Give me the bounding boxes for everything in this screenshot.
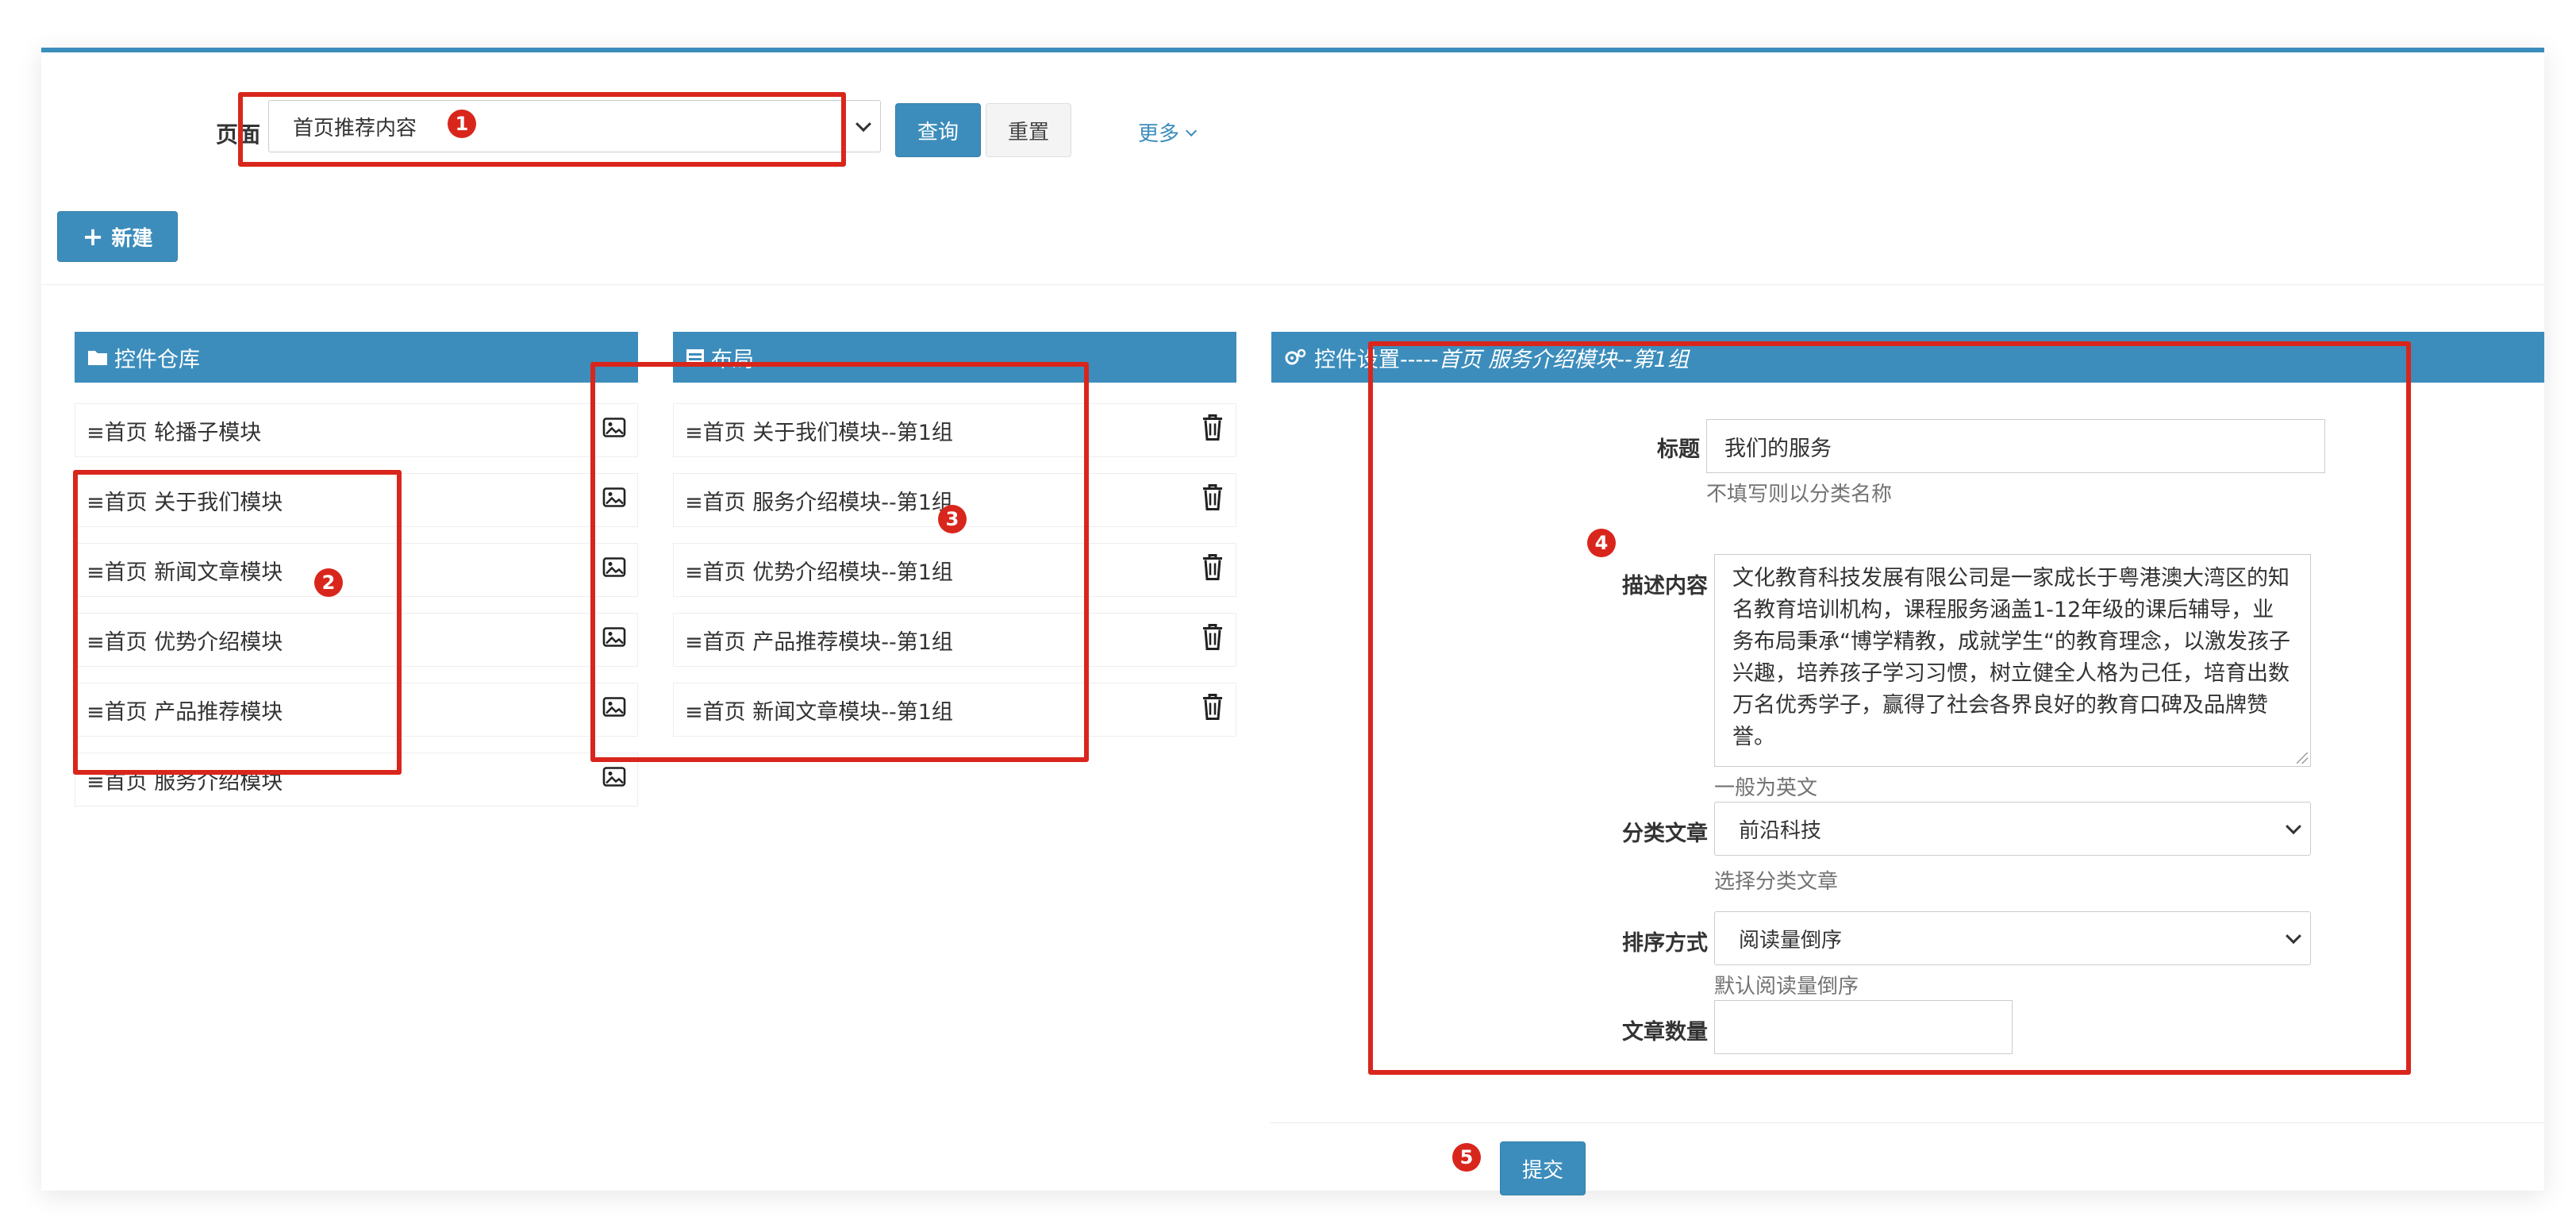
layout-icon [686, 349, 704, 365]
divider [41, 284, 2544, 285]
settings-title-prefix: 控件设置----- [1314, 347, 1439, 372]
chevron-down-icon [2286, 928, 2301, 945]
desc-label: 描述内容 [1622, 574, 1708, 599]
layout-item-label: ≡首页 服务介绍模块--第1组 [685, 490, 953, 515]
settings-panel-header: 控件设置----- 首页 服务介绍模块--第1组 [1271, 332, 2544, 383]
warehouse-item-label: ≡首页 服务介绍模块 [87, 769, 283, 795]
desc-help: 一般为英文 [1714, 776, 1818, 800]
image-icon[interactable] [602, 557, 626, 583]
plus-icon: + [82, 221, 104, 252]
annotation-badge-3: 3 [938, 505, 967, 533]
gears-icon [1285, 348, 1306, 365]
chevron-down-icon [2286, 818, 2301, 835]
folder-icon [88, 351, 107, 365]
warehouse-item-label: ≡首页 新闻文章模块 [87, 560, 283, 585]
title-input[interactable]: 我们的服务 [1706, 419, 2325, 473]
warehouse-item-label: ≡首页 关于我们模块 [87, 490, 283, 515]
main-panel: 页面 首页推荐内容 查询 重置 更多 + 新建 控件仓库 ≡首页 轮播子模块 ≡首… [41, 48, 2544, 1195]
annotation-badge-4: 4 [1587, 529, 1616, 557]
layout-item-label: ≡首页 产品推荐模块--第1组 [685, 629, 953, 655]
annotation-badge-2: 2 [314, 568, 343, 597]
warehouse-item[interactable]: ≡首页 优势介绍模块 [75, 613, 638, 667]
settings-title-context: 首页 服务介绍模块--第1组 [1438, 347, 1689, 372]
warehouse-item[interactable]: ≡首页 关于我们模块 [75, 473, 638, 527]
trash-icon[interactable] [1201, 623, 1225, 657]
warehouse-item-label: ≡首页 产品推荐模块 [87, 699, 283, 725]
more-link[interactable]: 更多 [1138, 117, 1198, 147]
trash-icon[interactable] [1201, 553, 1225, 587]
chevron-down-icon [1186, 125, 1198, 137]
annotation-badge-1: 1 [448, 110, 476, 138]
layout-item[interactable]: ≡首页 关于我们模块--第1组 [673, 403, 1236, 457]
title-help: 不填写则以分类名称 [1706, 483, 1893, 506]
image-icon[interactable] [602, 487, 626, 514]
sort-select-value: 阅读量倒序 [1739, 928, 1843, 953]
more-label: 更多 [1138, 122, 1180, 146]
image-icon[interactable] [602, 627, 626, 653]
sort-help: 默认阅读量倒序 [1714, 975, 1859, 999]
warehouse-item[interactable]: ≡首页 产品推荐模块 [75, 683, 638, 737]
layout-title: 布局 [711, 347, 754, 372]
new-button-label: 新建 [111, 226, 153, 251]
new-button[interactable]: + 新建 [57, 211, 178, 262]
warehouse-item-label: ≡首页 轮播子模块 [87, 420, 262, 445]
warehouse-item[interactable]: ≡首页 轮播子模块 [75, 403, 638, 457]
warehouse-item[interactable]: ≡首页 新闻文章模块 [75, 543, 638, 597]
layout-item-label: ≡首页 优势介绍模块--第1组 [685, 560, 953, 585]
warehouse-title: 控件仓库 [114, 347, 200, 372]
count-input[interactable] [1714, 1000, 2013, 1054]
annotation-badge-5: 5 [1452, 1143, 1481, 1172]
layout-panel-header: 布局 [673, 332, 1236, 383]
category-select-value: 前沿科技 [1739, 818, 1822, 843]
chevron-down-icon [855, 116, 871, 133]
warehouse-item-label: ≡首页 优势介绍模块 [87, 629, 283, 655]
page-select[interactable]: 首页推荐内容 [268, 100, 881, 152]
image-icon[interactable] [602, 767, 626, 793]
category-label: 分类文章 [1622, 822, 1708, 846]
trash-icon[interactable] [1201, 414, 1225, 448]
warehouse-item[interactable]: ≡首页 服务介绍模块 [75, 752, 638, 806]
resize-handle[interactable] [2297, 752, 2308, 764]
title-label: 标题 [1657, 437, 1700, 462]
layout-item-label: ≡首页 关于我们模块--第1组 [685, 420, 953, 445]
reset-button[interactable]: 重置 [986, 103, 1071, 157]
count-label: 文章数量 [1622, 1020, 1708, 1045]
image-icon[interactable] [602, 418, 626, 444]
submit-button[interactable]: 提交 [1500, 1141, 1586, 1195]
desc-textarea-value: 文化教育科技发展有限公司是一家成长于粤港澳大湾区的知名教育培训机构，课程服务涵盖… [1732, 566, 2290, 749]
query-button[interactable]: 查询 [895, 103, 981, 157]
layout-item[interactable]: ≡首页 新闻文章模块--第1组 [673, 683, 1236, 737]
trash-icon[interactable] [1201, 483, 1225, 518]
category-help: 选择分类文章 [1714, 870, 1839, 894]
page-select-value: 首页推荐内容 [293, 116, 417, 140]
warehouse-panel-header: 控件仓库 [75, 332, 638, 383]
page-label: 页面 [216, 121, 261, 148]
layout-item[interactable]: ≡首页 优势介绍模块--第1组 [673, 543, 1236, 597]
category-select[interactable]: 前沿科技 [1714, 802, 2311, 856]
sort-label: 排序方式 [1622, 931, 1708, 956]
sort-select[interactable]: 阅读量倒序 [1714, 911, 2311, 965]
trash-icon[interactable] [1201, 693, 1225, 727]
title-input-value: 我们的服务 [1724, 436, 1832, 461]
desc-textarea[interactable]: 文化教育科技发展有限公司是一家成长于粤港澳大湾区的知名教育培训机构，课程服务涵盖… [1714, 554, 2311, 767]
layout-item[interactable]: ≡首页 产品推荐模块--第1组 [673, 613, 1236, 667]
image-icon[interactable] [602, 697, 626, 723]
footer-divider [1270, 1122, 2544, 1123]
layout-item-label: ≡首页 新闻文章模块--第1组 [685, 699, 953, 725]
